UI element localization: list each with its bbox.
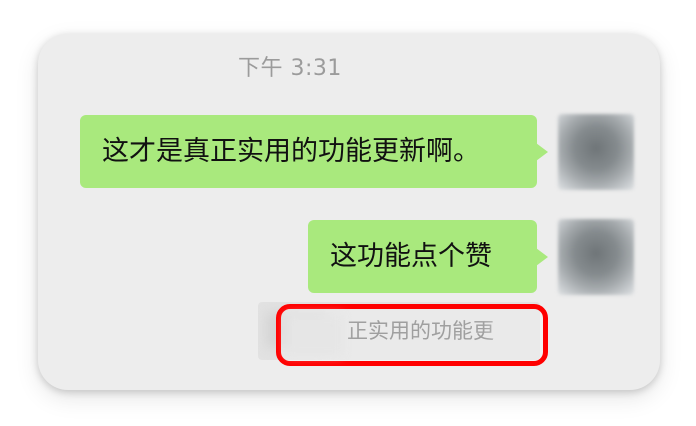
message-bubble-2[interactable]: 这功能点个赞 [308,220,548,293]
highlight-blur-patch [287,315,343,355]
message-timestamp: 下午 3:31 [238,56,342,81]
message-bubble-1[interactable]: 这才是真正实用的功能更新啊。 [80,115,548,188]
user-avatar-1[interactable] [558,114,634,190]
user-avatar-2[interactable] [558,219,634,295]
red-highlight-annotation [276,304,548,366]
